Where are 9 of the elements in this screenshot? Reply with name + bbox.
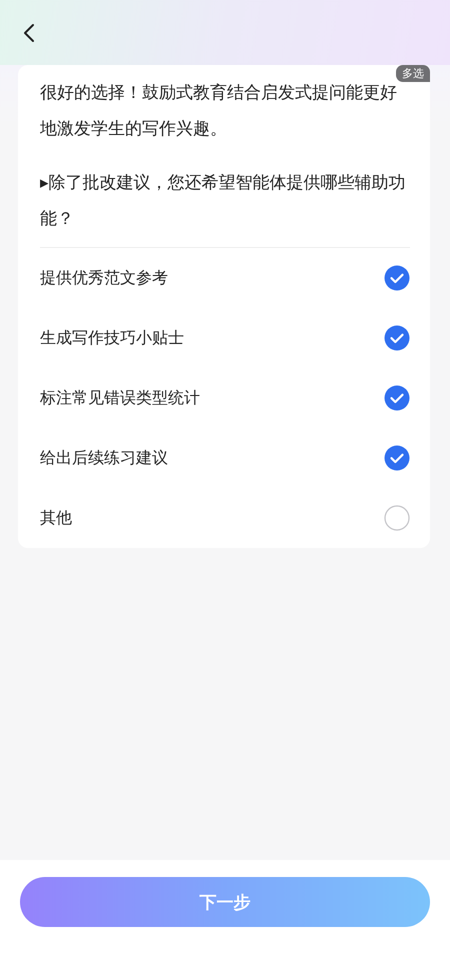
back-icon bbox=[23, 23, 35, 43]
option-item[interactable]: 其他 bbox=[40, 488, 410, 548]
question-text: ▸除了批改建议，您还希望智能体提供哪些辅助功能？ bbox=[40, 172, 407, 231]
option-item[interactable]: 提供优秀范文参考 bbox=[40, 248, 410, 308]
option-item[interactable]: 标注常见错误类型统计 bbox=[40, 368, 410, 428]
option-item[interactable]: 给出后续练习建议 bbox=[40, 428, 410, 488]
multi-select-badge: 多选 bbox=[396, 65, 430, 82]
message-text: 很好的选择！鼓励式教育结合启发式提问能更好地激发学生的写作兴趣。 bbox=[40, 82, 398, 141]
option-item[interactable]: 生成写作技巧小贴士 bbox=[40, 308, 410, 368]
